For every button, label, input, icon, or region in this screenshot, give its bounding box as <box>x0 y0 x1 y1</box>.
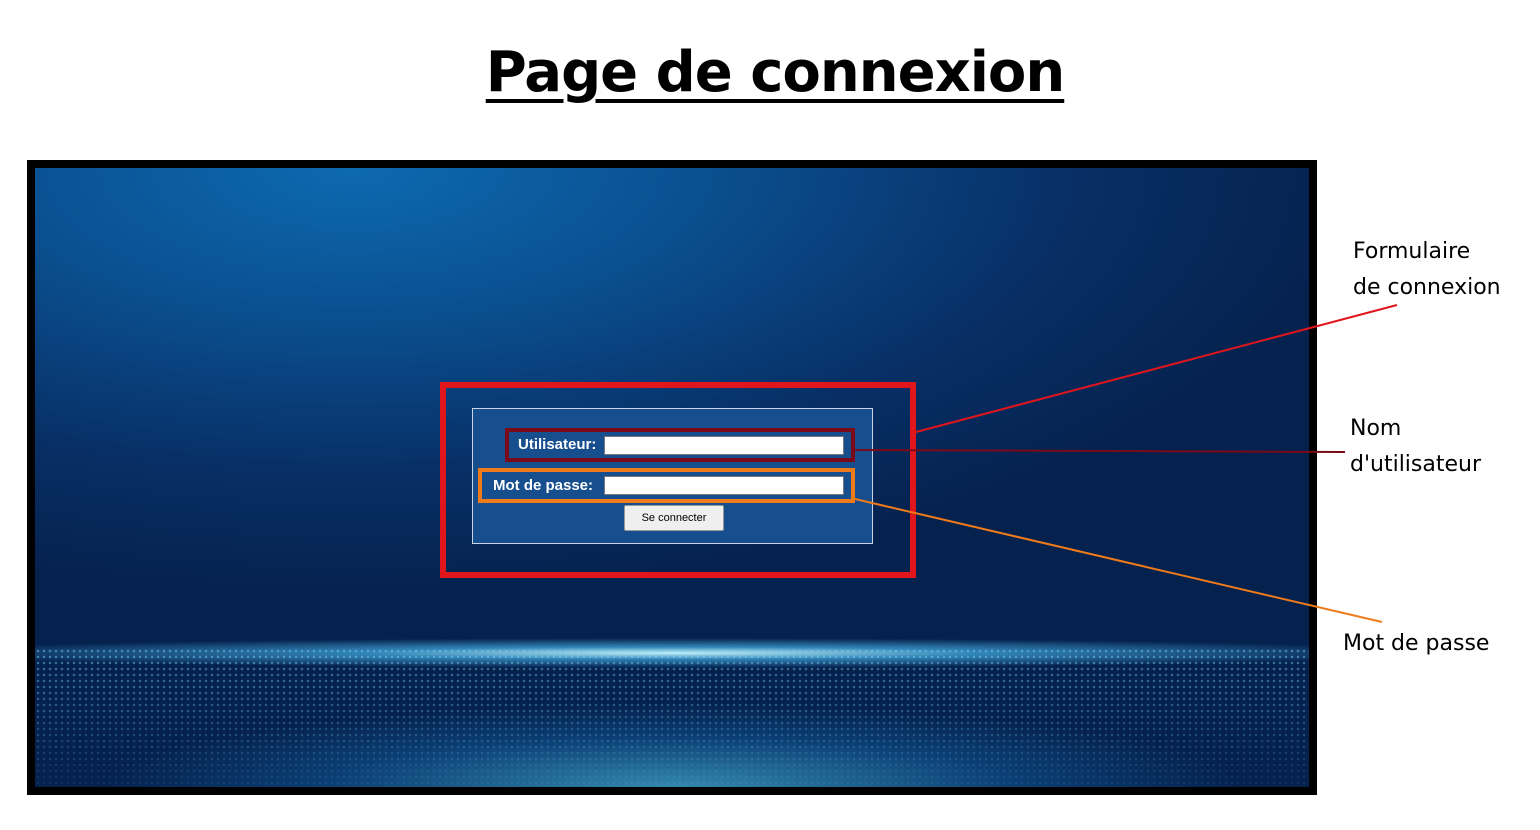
form-callout-line2: de connexion <box>1353 275 1501 300</box>
background-particle-wave <box>35 648 1309 787</box>
username-callout-line2: d'utilisateur <box>1350 452 1482 477</box>
username-highlight-box <box>505 428 855 462</box>
password-callout: Mot de passe <box>1343 626 1489 662</box>
form-callout: Formulaire de connexion <box>1353 234 1501 306</box>
page-title: Page de connexion <box>485 40 1066 105</box>
password-highlight-box <box>478 468 855 503</box>
form-callout-line1: Formulaire <box>1353 239 1471 264</box>
password-callout-line1: Mot de passe <box>1343 631 1490 656</box>
username-callout: Nom d'utilisateur <box>1350 411 1481 483</box>
username-callout-line1: Nom <box>1350 416 1402 441</box>
